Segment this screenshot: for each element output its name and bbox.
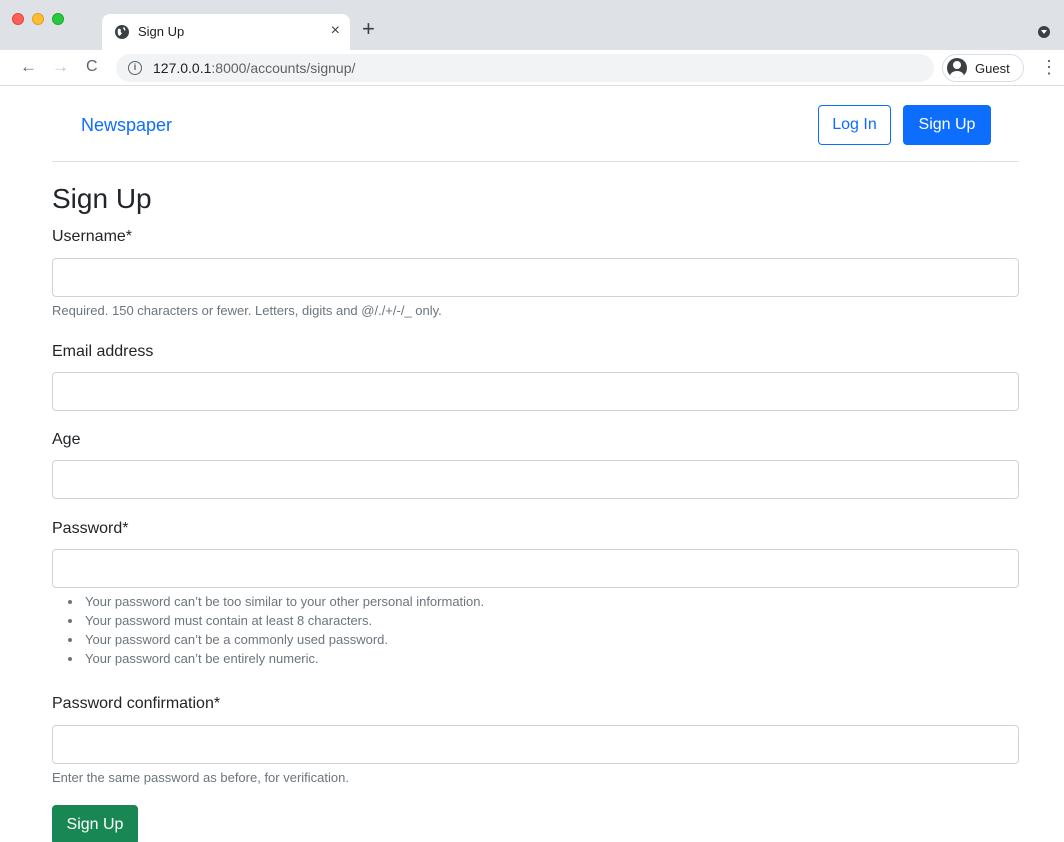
profile-button[interactable]: Guest [942, 54, 1024, 82]
globe-icon [115, 25, 129, 39]
username-label: Username* [52, 228, 133, 245]
avatar-icon [947, 58, 967, 78]
password-confirmation-label: Password confirmation* [52, 695, 221, 712]
tab-search-icon[interactable] [1038, 26, 1050, 38]
email-field[interactable] [52, 372, 1019, 411]
forward-icon[interactable]: → [52, 56, 69, 78]
maximize-window-button[interactable] [52, 13, 64, 25]
password-label: Password* [52, 520, 129, 537]
close-tab-icon[interactable]: × [331, 22, 340, 40]
password-rule: Your password must contain at least 8 ch… [52, 611, 484, 630]
close-window-button[interactable] [12, 13, 24, 25]
profile-label: Guest [975, 61, 1010, 76]
reload-icon[interactable]: C [86, 56, 98, 78]
password-rule: Your password can’t be a commonly used p… [52, 630, 484, 649]
back-icon[interactable]: ← [20, 56, 37, 78]
page-title: Sign Up [52, 183, 152, 214]
username-help: Required. 150 characters or fewer. Lette… [52, 303, 442, 318]
info-icon[interactable]: i [128, 61, 142, 75]
password-field[interactable] [52, 549, 1019, 588]
url-text: 127.0.0.1:8000/accounts/signup/ [153, 60, 355, 76]
age-label: Age [52, 431, 81, 448]
signup-nav-button[interactable]: Sign Up [903, 105, 991, 145]
age-field[interactable] [52, 460, 1019, 499]
url-host: 127.0.0.1 [153, 60, 212, 76]
browser-tab-bar: Sign Up × + [0, 0, 1064, 50]
page-content: Newspaper Log In Sign Up Sign Up Usernam… [0, 87, 1064, 842]
browser-toolbar: ← → C i 127.0.0.1:8000/accounts/signup/ … [0, 50, 1064, 86]
more-menu-icon[interactable]: ⋮ [1040, 56, 1058, 78]
username-field[interactable] [52, 258, 1019, 297]
url-path: :8000/accounts/signup/ [211, 60, 356, 76]
new-tab-button[interactable]: + [362, 17, 375, 41]
brand-link[interactable]: Newspaper [81, 115, 172, 136]
address-bar[interactable]: i 127.0.0.1:8000/accounts/signup/ [116, 54, 934, 82]
browser-tab[interactable]: Sign Up × [102, 14, 350, 50]
tab-title: Sign Up [138, 24, 185, 39]
login-button[interactable]: Log In [818, 105, 891, 145]
password-confirmation-field[interactable] [52, 725, 1019, 764]
site-navbar: Newspaper Log In Sign Up [52, 87, 1019, 162]
email-label: Email address [52, 343, 154, 360]
signup-submit-button[interactable]: Sign Up [52, 805, 138, 842]
password-rule: Your password can’t be entirely numeric. [52, 649, 484, 668]
password-confirmation-help: Enter the same password as before, for v… [52, 770, 349, 785]
password-rule: Your password can’t be too similar to yo… [52, 592, 484, 611]
minimize-window-button[interactable] [32, 13, 44, 25]
password-rules: Your password can’t be too similar to yo… [52, 592, 484, 668]
